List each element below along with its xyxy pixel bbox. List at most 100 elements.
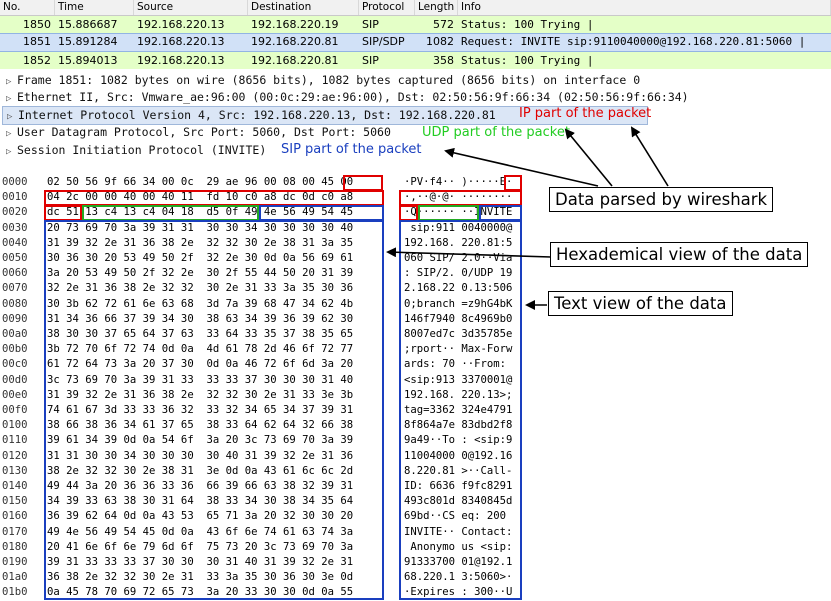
hex-offset[interactable]: 0180 — [2, 540, 28, 555]
hex-bytes[interactable]: 20 73 69 70 3a 39 31 31 30 30 34 30 30 3… — [47, 221, 353, 236]
ascii-text[interactable]: 060 SIP/ 2.0··Via — [404, 251, 512, 266]
hex-bytes[interactable]: 20 41 6e 6f 6e 79 6d 6f 75 73 20 3c 73 6… — [47, 540, 353, 555]
hex-bytes[interactable]: 31 34 36 66 37 39 34 30 38 63 34 39 36 3… — [47, 312, 353, 327]
packet-row[interactable]: 1852 15.894013 192.168.220.13 192.168.22… — [0, 52, 831, 69]
ascii-text[interactable]: 69bd··CS eq: 200 — [404, 509, 512, 524]
hex-bytes[interactable]: 49 4e 56 49 54 45 0d 0a 43 6f 6e 74 61 6… — [47, 525, 353, 540]
hex-bytes[interactable]: 3b 72 70 6f 72 74 0d 0a 4d 61 78 2d 46 6… — [47, 342, 353, 357]
ascii-text[interactable]: 8.220.81 >··Call- — [404, 464, 512, 479]
column-header-destination[interactable]: Destination — [248, 0, 359, 15]
hex-bytes[interactable]: 30 3b 62 72 61 6e 63 68 3d 7a 39 68 47 3… — [47, 297, 353, 312]
tree-item-udp[interactable]: ▷ User Datagram Protocol, Src Port: 5060,… — [6, 124, 391, 141]
ascii-text[interactable]: <sip:913 3370001@ — [404, 373, 512, 388]
hex-offset[interactable]: 0030 — [2, 221, 28, 236]
hex-offset[interactable]: 00d0 — [2, 373, 28, 388]
hex-offset[interactable]: 0170 — [2, 525, 28, 540]
hex-offset[interactable]: 00a0 — [2, 327, 28, 342]
hex-offset[interactable]: 0100 — [2, 418, 28, 433]
hex-bytes[interactable]: 3a 20 53 49 50 2f 32 2e 30 2f 55 44 50 2… — [47, 266, 353, 281]
column-header-source[interactable]: Source — [134, 0, 248, 15]
hex-bytes[interactable]: 74 61 67 3d 33 33 36 32 33 32 34 65 34 3… — [47, 403, 353, 418]
column-header-time[interactable]: Time — [55, 0, 134, 15]
ascii-text[interactable]: 9a49··To : <sip:9 — [404, 433, 512, 448]
ascii-text[interactable]: 2.168.22 0.13:506 — [404, 281, 512, 296]
ascii-text[interactable]: ;rport·· Max-Forw — [404, 342, 512, 357]
ascii-text[interactable]: 192.168. 220.81:5 — [404, 236, 512, 251]
ascii-text[interactable]: ·Expires : 300··U — [404, 585, 512, 600]
ascii-text[interactable]: 146f7940 8c4969b0 — [404, 312, 512, 327]
hex-bytes[interactable]: dc 51 13 c4 13 c4 04 18 d5 0f 49 4e 56 4… — [47, 205, 353, 220]
ascii-text[interactable]: tag=3362 324e4791 — [404, 403, 512, 418]
packet-row[interactable]: 1850 15.886687 192.168.220.13 192.168.22… — [0, 16, 831, 33]
hex-bytes[interactable]: 30 36 30 20 53 49 50 2f 32 2e 30 0d 0a 5… — [47, 251, 353, 266]
ascii-text[interactable]: 68.220.1 3:5060>· — [404, 570, 512, 585]
ascii-text[interactable]: 8f864a7e 83dbd2f8 — [404, 418, 512, 433]
hex-offset[interactable]: 00b0 — [2, 342, 28, 357]
column-header-length[interactable]: Length — [415, 0, 458, 15]
hex-offset[interactable]: 0020 — [2, 205, 28, 220]
hex-offset[interactable]: 00f0 — [2, 403, 28, 418]
ascii-text[interactable]: : SIP/2. 0/UDP 19 — [404, 266, 512, 281]
ascii-text[interactable]: 0;branch =z9hG4bK — [404, 297, 512, 312]
ascii-text[interactable]: ards: 70 ··From: — [404, 357, 512, 372]
hex-bytes[interactable]: 31 31 30 30 34 30 30 30 30 40 31 39 32 2… — [47, 449, 353, 464]
hex-offset[interactable]: 0090 — [2, 312, 28, 327]
ascii-text[interactable]: 91333700 01@192.1 — [404, 555, 512, 570]
ascii-text[interactable]: sip:911 0040000@ — [404, 221, 512, 236]
hex-offset[interactable]: 0160 — [2, 509, 28, 524]
tree-item-sip[interactable]: ▷ Session Initiation Protocol (INVITE) — [6, 142, 266, 159]
ascii-text[interactable]: 192.168. 220.13>; — [404, 388, 512, 403]
ascii-text[interactable]: 11004000 0@192.16 — [404, 449, 512, 464]
column-header-protocol[interactable]: Protocol — [359, 0, 415, 15]
hex-bytes[interactable]: 31 39 32 2e 31 36 38 2e 32 32 30 2e 38 3… — [47, 236, 353, 251]
hex-offset[interactable]: 0050 — [2, 251, 28, 266]
hex-bytes[interactable]: 0a 45 78 70 69 72 65 73 3a 20 33 30 30 0… — [47, 585, 353, 600]
ascii-text[interactable]: 493c801d 8340845d — [404, 494, 512, 509]
hex-bytes[interactable]: 32 2e 31 36 38 2e 32 32 30 2e 31 33 3a 3… — [47, 281, 353, 296]
hex-bytes[interactable]: 38 30 30 37 65 64 37 63 33 64 33 35 37 3… — [47, 327, 353, 342]
hex-offset[interactable]: 01b0 — [2, 585, 28, 600]
hex-offset[interactable]: 0150 — [2, 494, 28, 509]
hex-offset[interactable]: 01a0 — [2, 570, 28, 585]
hex-bytes[interactable]: 3c 73 69 70 3a 39 31 33 33 33 37 30 30 3… — [47, 373, 353, 388]
hex-offset[interactable]: 0000 — [2, 175, 28, 190]
ascii-text[interactable]: 8007ed7c 3d35785e — [404, 327, 512, 342]
expand-arrow-icon[interactable]: ▷ — [6, 126, 17, 143]
hex-bytes[interactable]: 36 39 62 64 0d 0a 43 53 65 71 3a 20 32 3… — [47, 509, 353, 524]
column-header-info[interactable]: Info — [458, 0, 831, 15]
ascii-text[interactable]: ·,··@·@· ········ — [404, 190, 512, 205]
hex-offset[interactable]: 0040 — [2, 236, 28, 251]
ascii-text[interactable]: ·Q······ ··INVITE — [404, 205, 512, 220]
expand-arrow-icon[interactable]: ▷ — [6, 144, 17, 161]
ascii-text[interactable]: INVITE·· Contact: — [404, 525, 512, 540]
hex-offset[interactable]: 0140 — [2, 479, 28, 494]
hex-bytes[interactable]: 38 2e 32 32 30 2e 38 31 3e 0d 0a 43 61 6… — [47, 464, 353, 479]
hex-offset[interactable]: 0110 — [2, 433, 28, 448]
hex-offset[interactable]: 0080 — [2, 297, 28, 312]
hex-bytes[interactable]: 39 31 33 33 33 37 30 30 30 31 40 31 39 3… — [47, 555, 353, 570]
ascii-text[interactable]: ID: 6636 f9fc8291 — [404, 479, 512, 494]
hex-offset[interactable]: 0070 — [2, 281, 28, 296]
hex-bytes[interactable]: 38 66 38 36 34 61 37 65 38 33 64 62 64 3… — [47, 418, 353, 433]
hex-bytes[interactable]: 36 38 2e 32 32 30 2e 31 33 3a 35 30 36 3… — [47, 570, 353, 585]
hex-offset[interactable]: 0060 — [2, 266, 28, 281]
ascii-text[interactable]: Anonymo us <sip: — [404, 540, 512, 555]
hex-offset[interactable]: 0130 — [2, 464, 28, 479]
ascii-text[interactable]: ·PV·f4·· )·····E· — [404, 175, 512, 190]
column-header-no[interactable]: No. — [0, 0, 55, 15]
hex-offset[interactable]: 0190 — [2, 555, 28, 570]
tree-item-frame[interactable]: ▷ Frame 1851: 1082 bytes on wire (8656 bi… — [6, 72, 640, 89]
hex-offset[interactable]: 00e0 — [2, 388, 28, 403]
hex-bytes[interactable]: 61 72 64 73 3a 20 37 30 0d 0a 46 72 6f 6… — [47, 357, 353, 372]
hex-bytes[interactable]: 49 44 3a 20 36 36 33 36 66 39 66 63 38 3… — [47, 479, 353, 494]
hex-offset[interactable]: 0120 — [2, 449, 28, 464]
tree-item-ethernet[interactable]: ▷ Ethernet II, Src: Vmware_ae:96:00 (00:0… — [6, 89, 689, 106]
hex-bytes[interactable]: 39 61 34 39 0d 0a 54 6f 3a 20 3c 73 69 7… — [47, 433, 353, 448]
packet-row-selected[interactable]: 1851 15.891284 192.168.220.13 192.168.22… — [0, 33, 831, 52]
hex-bytes[interactable]: 31 39 32 2e 31 36 38 2e 32 32 30 2e 31 3… — [47, 388, 353, 403]
hex-offset[interactable]: 0010 — [2, 190, 28, 205]
hex-bytes[interactable]: 04 2c 00 00 40 00 40 11 fd 10 c0 a8 dc 0… — [47, 190, 353, 205]
hex-offset[interactable]: 00c0 — [2, 357, 28, 372]
hex-bytes[interactable]: 34 39 33 63 38 30 31 64 38 33 34 30 38 3… — [47, 494, 353, 509]
hex-bytes[interactable]: 02 50 56 9f 66 34 00 0c 29 ae 96 00 08 0… — [47, 175, 353, 190]
